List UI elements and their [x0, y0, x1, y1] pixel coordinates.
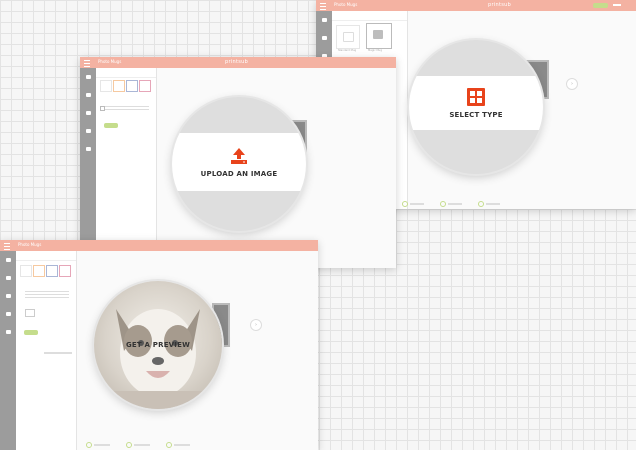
panel-header: [16, 251, 76, 261]
select-type-circle: SELECT TYPE: [409, 40, 543, 174]
upload-panel: [96, 68, 157, 268]
footer-step: [166, 442, 190, 448]
option-row: [44, 352, 72, 354]
footer-step: [440, 201, 462, 207]
window-title: Photo Mugs: [98, 59, 122, 64]
top-bar: Photo Mugs printsub: [80, 57, 396, 68]
grid-icon: [5, 258, 11, 262]
source-tile-instagram[interactable]: [59, 265, 71, 277]
thumbnail[interactable]: [25, 309, 35, 317]
menu-icon[interactable]: [4, 243, 10, 250]
source-tile-computer[interactable]: [100, 80, 112, 92]
sidebar-item-2[interactable]: [0, 269, 16, 287]
terms-text: [25, 291, 69, 299]
mug-icon: [373, 30, 383, 39]
step-label: SELECT TYPE: [449, 110, 503, 119]
upload-button[interactable]: [104, 123, 118, 128]
logo: printsub: [225, 59, 249, 65]
source-tile-facebook[interactable]: [126, 80, 138, 92]
layers-icon: [5, 330, 11, 334]
footer-step: [126, 442, 150, 448]
source-tile-computer[interactable]: [20, 265, 32, 277]
preview-button[interactable]: [24, 330, 38, 335]
sidebar-item-1[interactable]: [80, 68, 96, 86]
source-tile-instagram[interactable]: [139, 80, 151, 92]
text-icon: [5, 312, 11, 316]
upload-icon: [231, 147, 247, 164]
grid-icon: [85, 75, 91, 79]
preview-panel: [16, 251, 77, 450]
sidebar-item-5[interactable]: [80, 140, 96, 158]
panel-header: [96, 68, 156, 78]
text-icon: [85, 129, 91, 133]
product-tile-magic[interactable]: [366, 23, 392, 49]
footer-step: [402, 201, 424, 207]
window-title: Photo Mugs: [334, 2, 358, 7]
terms-text: [105, 106, 149, 112]
upload-circle: UPLOAD AN IMAGE: [172, 97, 306, 231]
layers-icon: [85, 147, 91, 151]
upload-window: Photo Mugs printsub UPLOAD AN IMAGE: [80, 57, 396, 268]
step-label: UPLOAD AN IMAGE: [200, 169, 278, 178]
footer-step: [86, 442, 110, 448]
header-green-button[interactable]: [593, 3, 608, 8]
image-icon: [5, 294, 11, 298]
sidebar: [0, 251, 16, 450]
footer-step: [478, 201, 500, 207]
window-title: Photo Mugs: [18, 242, 42, 247]
logo: printsub: [488, 2, 512, 8]
product-tile-standard[interactable]: [336, 25, 360, 49]
source-tile-cloud[interactable]: [113, 80, 125, 92]
upload-icon: [5, 276, 11, 280]
sidebar-item-1[interactable]: [316, 11, 332, 29]
sidebar-item-2[interactable]: [80, 86, 96, 104]
mug-icon: [343, 32, 354, 42]
top-bar: Photo Mugs printsub: [316, 0, 636, 11]
footer-steps: [402, 201, 500, 207]
preview-window: Photo Mugs › GET A PREVIEW: [0, 240, 318, 450]
sidebar-item-2[interactable]: [316, 29, 332, 47]
source-tile-cloud[interactable]: [33, 265, 45, 277]
grid-icon: [321, 17, 327, 22]
menu-icon[interactable]: [320, 3, 326, 10]
top-bar: Photo Mugs: [0, 240, 318, 251]
sidebar-item-3[interactable]: [0, 287, 16, 305]
sidebar-item-3[interactable]: [80, 104, 96, 122]
preview-circle: GET A PREVIEW: [94, 281, 222, 409]
sidebar-item-4[interactable]: [0, 305, 16, 323]
grid-icon: [467, 87, 485, 106]
header-link[interactable]: [613, 4, 621, 6]
next-arrow-button[interactable]: ›: [250, 319, 262, 331]
step-label: GET A PREVIEW: [125, 341, 191, 349]
source-tile-facebook[interactable]: [46, 265, 58, 277]
sidebar-item-1[interactable]: [0, 251, 16, 269]
select-type-band: SELECT TYPE: [409, 76, 543, 130]
upload-band: UPLOAD AN IMAGE: [172, 133, 306, 191]
chat-icon: [321, 36, 327, 40]
footer-steps: [86, 442, 190, 448]
sidebar-item-5[interactable]: [0, 323, 16, 341]
next-arrow-button[interactable]: ›: [566, 78, 578, 90]
sidebar: [80, 68, 96, 268]
image-icon: [85, 111, 91, 115]
panel-header: [332, 11, 407, 21]
sidebar-item-4[interactable]: [80, 122, 96, 140]
product-b-label: Magic Mug: [368, 49, 382, 52]
upload-icon: [85, 93, 91, 97]
menu-icon[interactable]: [84, 60, 90, 67]
product-a-label: Standard Mug: [338, 49, 357, 52]
